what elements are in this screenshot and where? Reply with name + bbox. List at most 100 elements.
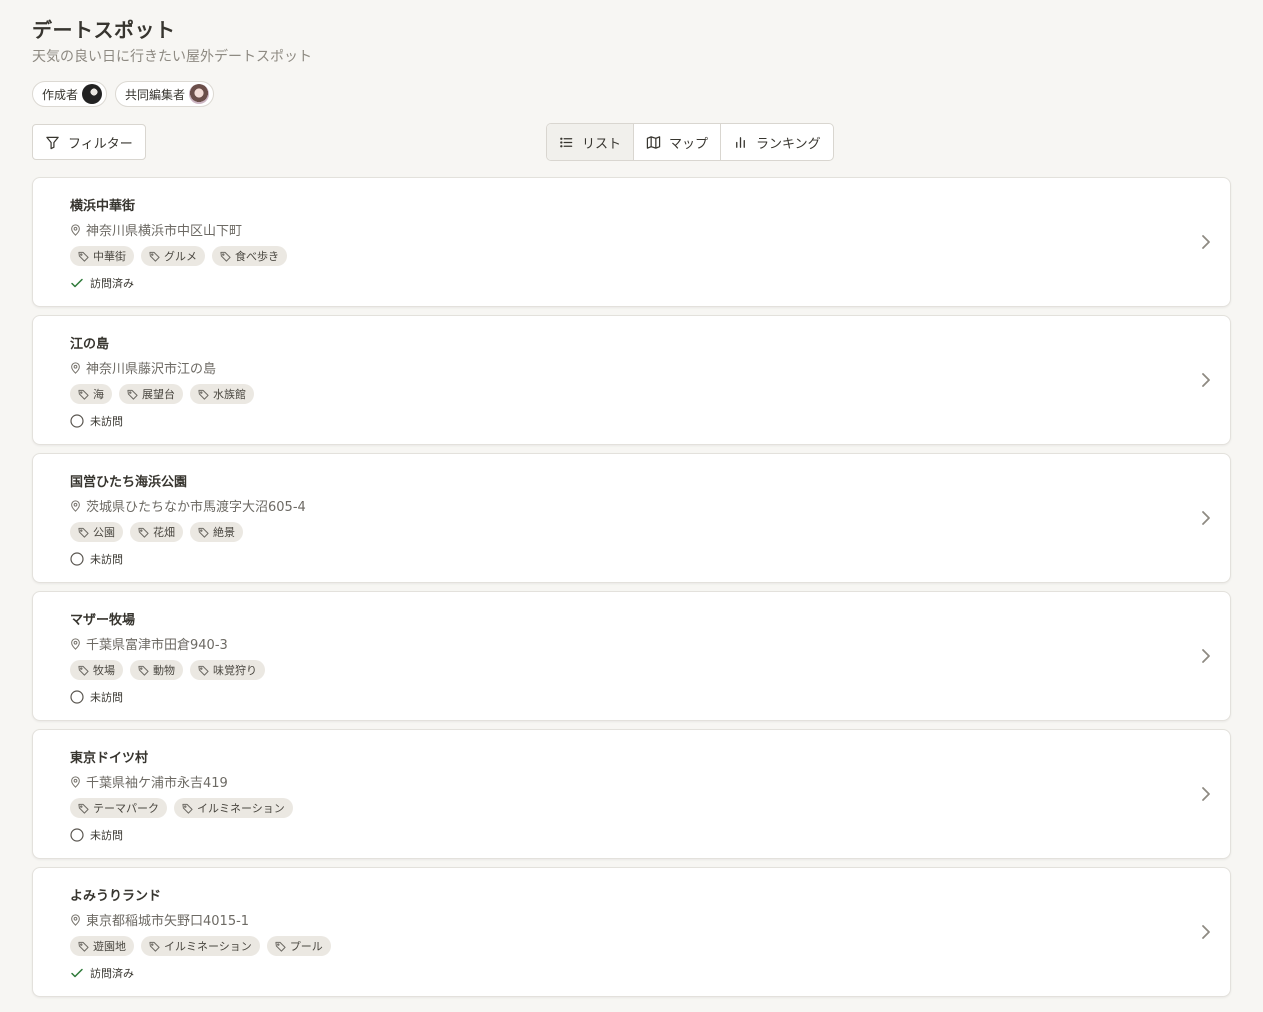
page-title: デートスポット — [32, 18, 176, 42]
spot-card[interactable]: 東京ドイツ村 千葉県袖ケ浦市永吉419 テーマパーク イルミネーション 未訪問 — [32, 729, 1231, 859]
location-pin-icon — [70, 775, 81, 788]
member-chip-creator[interactable]: 作成者 — [32, 81, 108, 107]
spot-card[interactable]: よみうりランド 東京都稲城市矢野口4015-1 遊園地 イルミネーション プール… — [32, 867, 1231, 997]
chevron-right-icon — [1198, 232, 1214, 252]
tag: 遊園地 — [70, 936, 134, 956]
filter-icon — [45, 135, 60, 150]
visit-status: 訪問済み — [70, 275, 134, 291]
tag-label: 味覚狩り — [213, 664, 257, 677]
spot-address: 茨城県ひたちなか市馬渡字大沼605-4 — [70, 496, 306, 515]
view-toggle: リスト マップ ランキング — [546, 123, 834, 161]
tag: 絶景 — [190, 522, 243, 542]
tag-label: テーマパーク — [93, 802, 159, 815]
creator-avatar — [82, 84, 103, 104]
tag-label: 食べ歩き — [235, 250, 279, 263]
tag: イルミネーション — [174, 798, 293, 818]
tag-list: 公園 花畑 絶景 — [70, 522, 243, 542]
tag-label: 公園 — [93, 526, 115, 539]
members-row: 作成者 共同編集者 — [32, 81, 215, 107]
tag: 味覚狩り — [190, 660, 265, 680]
visit-status: 訪問済み — [70, 965, 134, 981]
tab-ranking[interactable]: ランキング — [721, 124, 833, 160]
bar-chart-icon — [733, 135, 748, 150]
visit-status-label: 未訪問 — [90, 829, 123, 842]
tag: 水族館 — [190, 384, 254, 404]
chevron-right-icon — [1198, 370, 1214, 390]
tag-label: プール — [289, 940, 323, 953]
spot-name: 横浜中華街 — [70, 199, 136, 214]
tag: 牧場 — [70, 660, 123, 680]
spot-address-text: 茨城県ひたちなか市馬渡字大沼605-4 — [86, 500, 306, 515]
spot-address-text: 神奈川県藤沢市江の島 — [86, 362, 217, 377]
tag-icon — [182, 803, 193, 814]
spot-address: 東京都稲城市矢野口4015-1 — [70, 910, 249, 929]
member-chip-collaborator[interactable]: 共同編集者 — [115, 81, 215, 107]
tag: 食べ歩き — [212, 246, 287, 266]
chevron-right-icon — [1198, 508, 1214, 528]
member-role-label: 共同編集者 — [125, 87, 186, 102]
filter-button[interactable]: フィルター — [32, 124, 146, 160]
circle-icon — [70, 690, 84, 704]
tag-list: 海 展望台 水族館 — [70, 384, 254, 404]
spot-name: よみうりランド — [70, 889, 162, 904]
tag: 中華街 — [70, 246, 134, 266]
visit-status: 未訪問 — [70, 413, 123, 429]
tag: プール — [266, 936, 331, 956]
check-icon — [70, 276, 84, 290]
location-pin-icon — [70, 913, 81, 926]
visit-status-label: 未訪問 — [90, 691, 123, 704]
tag-label: 水族館 — [213, 388, 246, 401]
tag-label: 牧場 — [93, 664, 115, 677]
tag-list: 牧場 動物 味覚狩り — [70, 660, 265, 680]
tag-label: グルメ — [164, 250, 197, 263]
map-icon — [646, 135, 661, 150]
spot-name: 江の島 — [70, 337, 110, 352]
list-icon — [559, 135, 574, 150]
check-icon — [70, 966, 84, 980]
tag-icon — [149, 941, 160, 952]
visit-status-label: 未訪問 — [90, 415, 123, 428]
tag: イルミネーション — [141, 936, 260, 956]
member-role-label: 作成者 — [42, 87, 79, 102]
spot-card[interactable]: 江の島 神奈川県藤沢市江の島 海 展望台 水族館 未訪問 — [32, 315, 1231, 445]
circle-icon — [70, 552, 84, 566]
tag-icon — [220, 251, 231, 262]
tab-list[interactable]: リスト — [547, 124, 635, 160]
tab-map-label: マップ — [669, 136, 709, 152]
tag-icon — [78, 665, 89, 676]
tag-icon — [198, 389, 209, 400]
spot-address-text: 千葉県富津市田倉940-3 — [86, 638, 228, 653]
tag-icon — [78, 389, 89, 400]
spot-card[interactable]: 国営ひたち海浜公園 茨城県ひたちなか市馬渡字大沼605-4 公園 花畑 絶景 未… — [32, 453, 1231, 583]
tag-label: イルミネーション — [197, 802, 285, 815]
visit-status-label: 訪問済み — [90, 277, 134, 290]
tag-label: 展望台 — [142, 388, 175, 401]
tag-list: 遊園地 イルミネーション プール — [70, 936, 331, 956]
spot-address: 神奈川県横浜市中区山下町 — [70, 220, 242, 239]
tag-label: 中華街 — [93, 250, 126, 263]
circle-icon — [70, 414, 84, 428]
tag-icon — [78, 527, 89, 538]
spot-address: 神奈川県藤沢市江の島 — [70, 358, 216, 377]
tag: 海 — [70, 384, 112, 404]
tab-list-label: リスト — [582, 136, 622, 152]
spot-list: 横浜中華街 神奈川県横浜市中区山下町 中華街 グルメ 食べ歩き 訪問済み 江の島… — [32, 177, 1231, 1005]
spot-name: マザー牧場 — [70, 613, 136, 628]
visit-status: 未訪問 — [70, 689, 123, 705]
spot-name: 東京ドイツ村 — [70, 751, 149, 766]
tag-label: イルミネーション — [164, 940, 252, 953]
tag-icon — [275, 941, 286, 952]
tab-map[interactable]: マップ — [634, 124, 722, 160]
spot-name: 国営ひたち海浜公園 — [70, 475, 188, 490]
location-pin-icon — [70, 637, 81, 650]
visit-status: 未訪問 — [70, 827, 123, 843]
tag: 動物 — [130, 660, 183, 680]
location-pin-icon — [70, 223, 81, 236]
page: デートスポット 天気の良い日に行きたい屋外デートスポット 作成者 共同編集者 フ… — [0, 0, 1263, 1012]
spot-card[interactable]: マザー牧場 千葉県富津市田倉940-3 牧場 動物 味覚狩り 未訪問 — [32, 591, 1231, 721]
tag-list: テーマパーク イルミネーション — [70, 798, 293, 818]
tag-icon — [149, 251, 160, 262]
tag-icon — [198, 527, 209, 538]
spot-address-text: 千葉県袖ケ浦市永吉419 — [86, 776, 228, 791]
spot-card[interactable]: 横浜中華街 神奈川県横浜市中区山下町 中華街 グルメ 食べ歩き 訪問済み — [32, 177, 1231, 307]
